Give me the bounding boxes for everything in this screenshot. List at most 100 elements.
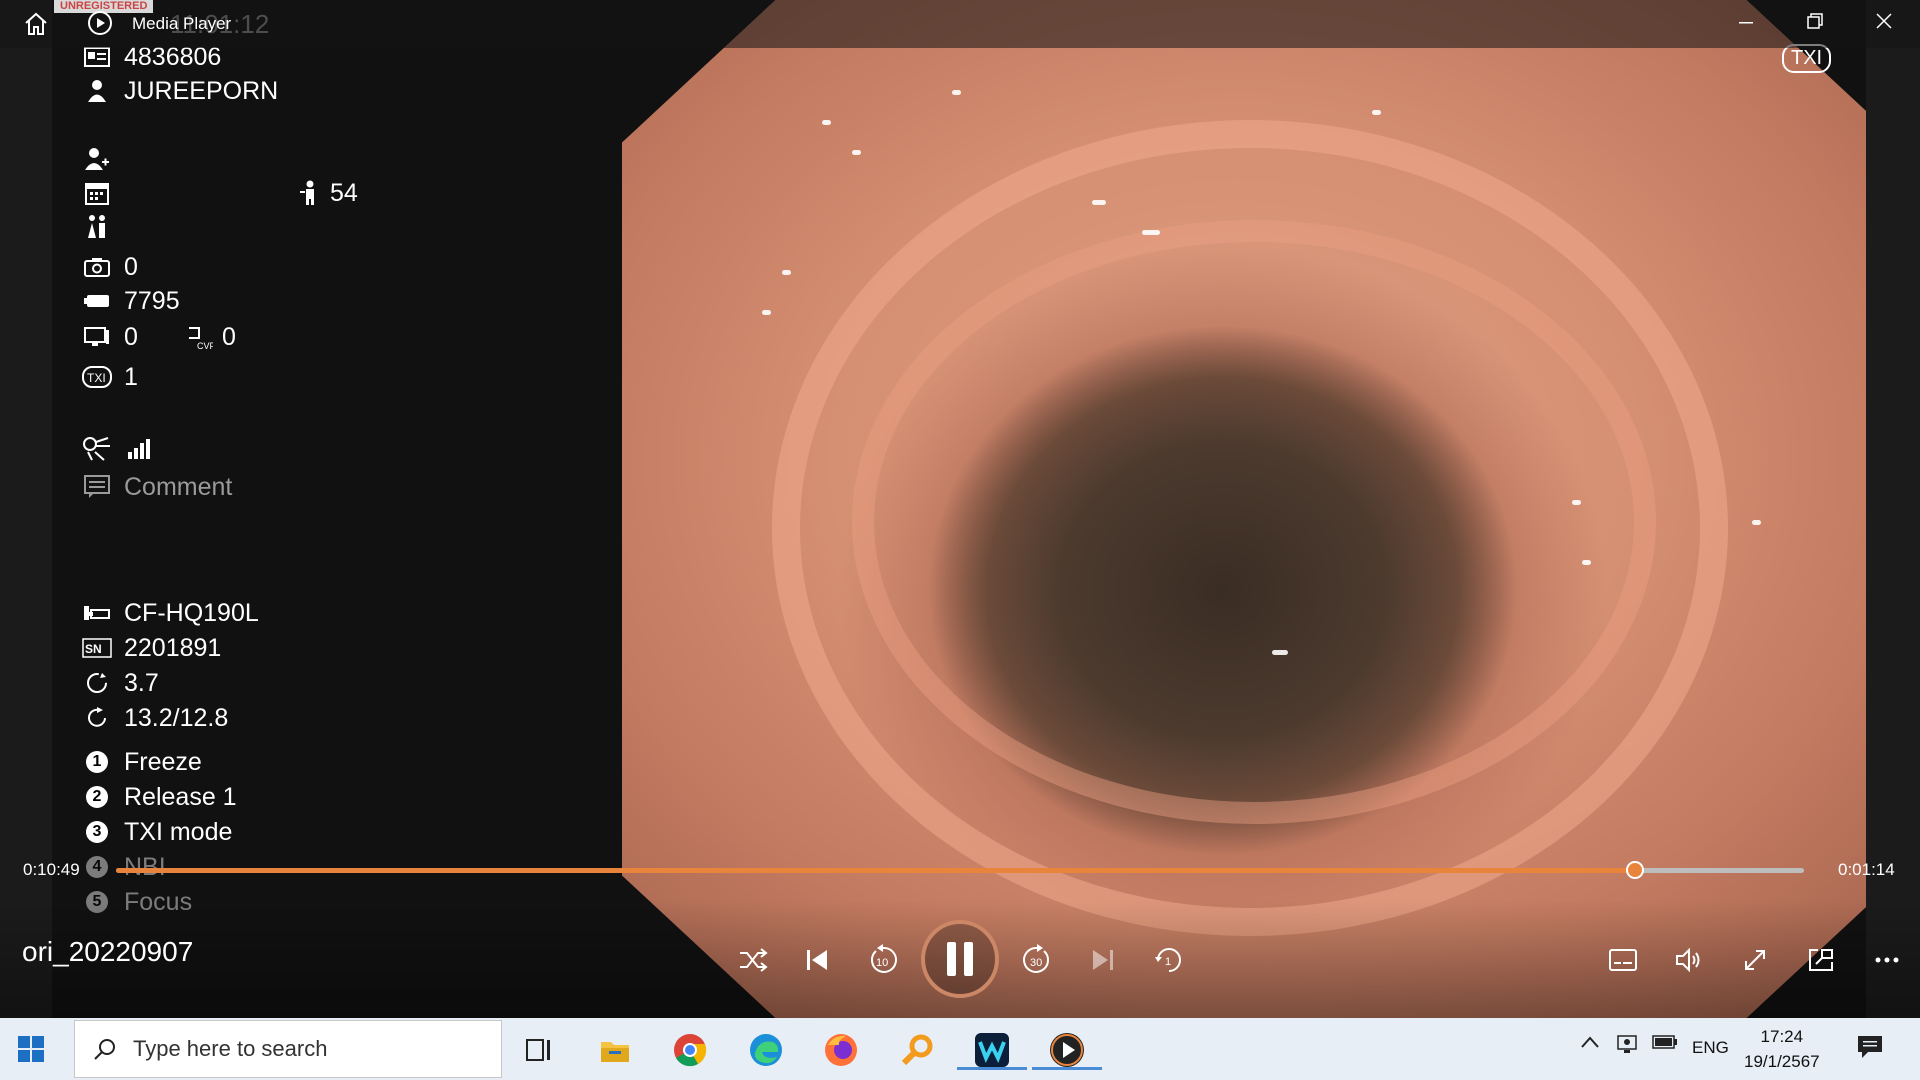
task-view-button[interactable] (520, 1030, 560, 1070)
value-2: 13.2/12.8 (124, 703, 229, 732)
taskbar-clock[interactable]: 17:24 19/1/2567 (1744, 1024, 1820, 1074)
comment-label: Comment (124, 472, 233, 501)
shuffle-icon (740, 948, 768, 972)
light-reflection (782, 270, 791, 275)
volume-icon (1676, 948, 1700, 972)
meet-now-button[interactable] (1616, 1034, 1638, 1059)
skip-forward-button[interactable]: 30 (1017, 940, 1057, 980)
volume-button[interactable] (1669, 940, 1709, 980)
monitor-value: 0 (124, 322, 138, 351)
magnifier-app-icon (901, 1034, 933, 1066)
media-player-taskbar-button[interactable] (1032, 1030, 1102, 1070)
battery-tray-icon (1652, 1035, 1677, 1049)
search-input[interactable] (131, 1035, 475, 1063)
captions-button[interactable] (1603, 940, 1643, 980)
svg-text:10: 10 (876, 957, 888, 969)
media-player-icon (1050, 1033, 1084, 1067)
battery-tray-button[interactable] (1652, 1034, 1678, 1055)
rotation-icon (82, 670, 112, 696)
search-app-button[interactable] (897, 1030, 937, 1070)
calendar-icon (82, 180, 112, 206)
skip-back-10-icon: 10 (871, 944, 897, 973)
pause-button[interactable] (921, 920, 999, 998)
next-icon (1093, 950, 1113, 970)
mucosal-fold (852, 220, 1656, 824)
meet-now-icon (1617, 1035, 1637, 1053)
seek-slider[interactable] (116, 861, 1804, 879)
scope-model: CF-HQ190L (124, 598, 259, 627)
mini-player-button[interactable] (1801, 940, 1841, 980)
shuffle-button[interactable] (733, 940, 773, 980)
edge-button[interactable] (746, 1030, 786, 1070)
chrome-button[interactable] (670, 1030, 710, 1070)
seek-thumb[interactable] (1626, 861, 1645, 879)
active-app-indicator (1032, 1067, 1102, 1070)
edge-icon (750, 1034, 782, 1066)
remaining-time: 0:01:14 (1838, 860, 1895, 879)
light-reflection (1572, 500, 1581, 505)
clock-date: 19/1/2567 (1744, 1052, 1820, 1071)
restore-button[interactable] (1801, 10, 1829, 38)
firefox-icon (825, 1034, 857, 1066)
title-bar: UNREGISTERED 11:01:12 Media Player (0, 0, 1920, 48)
chrome-icon (674, 1034, 707, 1067)
age-person-icon (294, 180, 324, 206)
notification-center-button[interactable] (1856, 1034, 1884, 1065)
light-reflection (1752, 520, 1761, 525)
gender-row (82, 210, 124, 244)
capture-row: 0 (82, 250, 138, 284)
language-indicator[interactable]: ENG (1692, 1038, 1729, 1058)
light-reflection (1372, 110, 1381, 115)
comment-row: Comment (82, 470, 232, 504)
seek-bar-area: 0:10:49 0:01:14 (0, 846, 1920, 894)
more-icon (1875, 957, 1899, 963)
file-explorer-button[interactable] (595, 1030, 635, 1070)
monitor-cvp-row: 0 CVP 0 (82, 320, 382, 354)
home-button[interactable] (22, 10, 50, 38)
person-icon (82, 78, 112, 104)
minimize-icon (1739, 22, 1753, 24)
minimize-button[interactable] (1732, 10, 1760, 38)
search-icon (94, 1039, 115, 1060)
function-label: Freeze (124, 747, 202, 776)
scope-model-row: CF-HQ190L (82, 596, 259, 630)
close-button[interactable] (1870, 10, 1898, 38)
next-button[interactable] (1083, 940, 1123, 980)
skip-back-button[interactable]: 10 (863, 940, 903, 980)
repeat-button[interactable]: 1 (1149, 940, 1189, 980)
comment-icon (82, 474, 112, 500)
date-age-row: 54 (82, 176, 382, 210)
media-player-app-icon (88, 11, 112, 35)
skip-forward-30-icon: 30 (1023, 944, 1049, 973)
counter-value: 7795 (124, 286, 180, 315)
doctor-row (82, 142, 124, 176)
firefox-button[interactable] (821, 1030, 861, 1070)
chevron-up-icon (1581, 1036, 1599, 1048)
mini-player-icon (1809, 949, 1833, 971)
light-reflection (1582, 560, 1591, 565)
show-hidden-icons-button[interactable] (1580, 1034, 1600, 1054)
patient-age: 54 (330, 178, 358, 207)
seek-progress (116, 868, 1636, 873)
previous-button[interactable] (797, 940, 837, 980)
playback-controls: ori_20220907 10 30 1 (0, 900, 1920, 1018)
function-row-3: 3 TXI mode (82, 815, 232, 849)
cvp-group: CVP 0 (184, 323, 236, 352)
serial-number-icon: SN (82, 635, 112, 661)
gender-icon (82, 214, 112, 240)
window-title: Media Player (132, 14, 232, 33)
svg-text:SN: SN (85, 642, 102, 656)
start-button[interactable] (18, 1036, 44, 1067)
repeat-one-icon: 1 (1155, 948, 1181, 972)
battery-icon (82, 288, 112, 314)
svg-text:30: 30 (1030, 957, 1042, 969)
more-options-button[interactable] (1867, 940, 1907, 980)
taskbar-search-box[interactable] (74, 1020, 502, 1078)
light-reflection (1142, 230, 1160, 235)
captions-icon (1609, 949, 1637, 971)
number-2-icon: 2 (82, 784, 112, 810)
value-1-row: 3.7 (82, 666, 159, 700)
webex-button[interactable] (957, 1030, 1027, 1070)
fullscreen-button[interactable] (1735, 940, 1775, 980)
media-title: ori_20220907 (22, 936, 194, 967)
